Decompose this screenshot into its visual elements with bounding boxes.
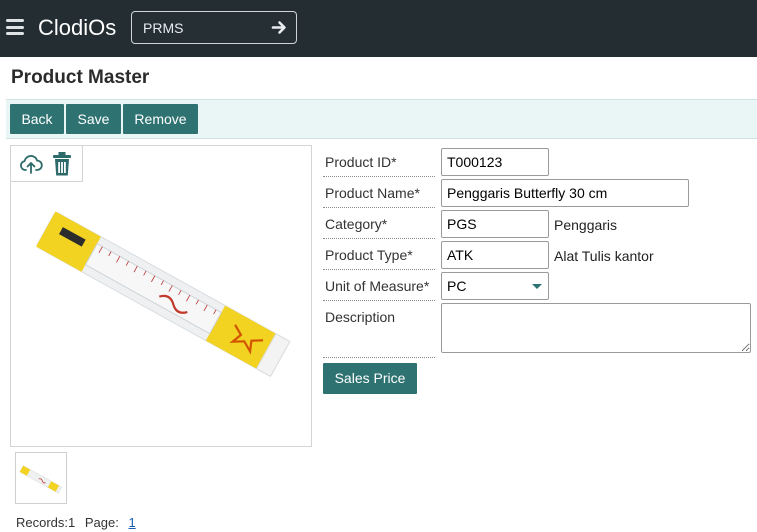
back-button[interactable]: Back: [10, 104, 64, 134]
page-link-1[interactable]: 1: [128, 515, 135, 530]
category-label: Category*: [323, 208, 435, 239]
save-button[interactable]: Save: [66, 104, 121, 134]
product-type-label: Product Type*: [323, 239, 435, 270]
thumbnail-image: [19, 465, 63, 494]
image-tools: [11, 146, 83, 182]
module-label: PRMS: [143, 20, 184, 36]
product-thumbnail[interactable]: [15, 452, 67, 504]
product-name-label: Product Name*: [323, 177, 435, 208]
category-description: Penggaris: [554, 217, 618, 233]
action-toolbar: Back Save Remove: [6, 99, 757, 139]
app-brand[interactable]: ClodiOs: [38, 15, 116, 41]
product-type-description: Alat Tulis kantor: [554, 248, 654, 264]
product-name-field[interactable]: Penggaris Butterfly 30 cm: [441, 179, 689, 207]
records-footer: Records:1 Page: 1: [16, 515, 136, 530]
remove-button[interactable]: Remove: [123, 104, 198, 134]
description-label: Description: [323, 301, 435, 358]
sales-price-button[interactable]: Sales Price: [323, 363, 417, 394]
page-label: Page:: [84, 515, 119, 530]
product-image: [36, 211, 291, 378]
category-field[interactable]: PGS: [441, 210, 549, 238]
records-count: Records:1: [16, 515, 76, 530]
trash-icon[interactable]: [52, 151, 72, 177]
menu-icon[interactable]: [6, 19, 24, 35]
unit-of-measure-label: Unit of Measure*: [323, 270, 435, 301]
top-bar: ClodiOs PRMS: [0, 0, 757, 57]
unit-of-measure-value: PC: [447, 278, 467, 294]
product-id-field[interactable]: T000123: [441, 148, 549, 176]
product-image-panel: [10, 145, 312, 447]
upload-cloud-icon[interactable]: [19, 152, 43, 176]
arrow-right-icon[interactable]: [271, 19, 288, 36]
description-field[interactable]: [441, 303, 751, 353]
product-id-label: Product ID*: [323, 146, 435, 177]
product-type-field[interactable]: ATK: [441, 241, 549, 269]
chevron-down-icon[interactable]: [532, 284, 542, 289]
module-selector[interactable]: PRMS: [131, 11, 297, 44]
page-title: Product Master: [11, 67, 150, 88]
unit-of-measure-select[interactable]: PC: [441, 272, 549, 300]
